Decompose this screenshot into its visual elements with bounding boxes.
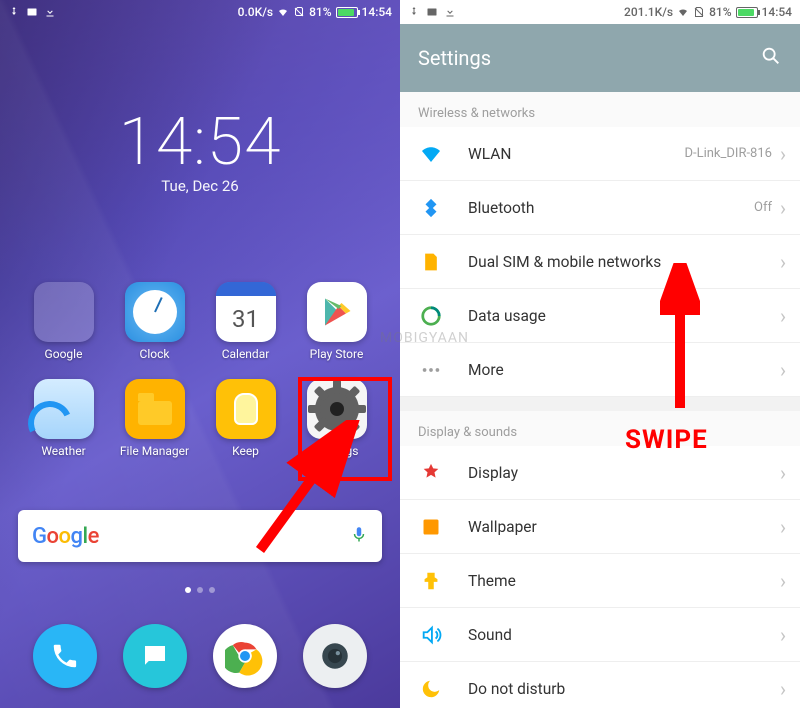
google-logo: Google <box>32 524 99 549</box>
app-label: Clock <box>140 347 170 361</box>
app-google-folder[interactable]: Google <box>18 282 109 361</box>
app-clock[interactable]: Clock <box>109 282 200 361</box>
net-speed: 201.1K/s <box>624 5 673 19</box>
status-time: 14:54 <box>362 5 392 19</box>
clock-time: 14:54 <box>0 104 400 181</box>
folder-files-icon <box>125 379 185 439</box>
app-play-store[interactable]: Play Store <box>291 282 382 361</box>
page-indicator <box>0 578 400 597</box>
app-phone[interactable] <box>33 624 97 688</box>
image-icon <box>426 6 438 18</box>
arrow-annotation <box>250 420 370 560</box>
image-icon <box>26 6 38 18</box>
swipe-label: SWIPE <box>625 425 708 455</box>
row-more[interactable]: More › <box>400 343 800 397</box>
row-theme[interactable]: Theme › <box>400 554 800 608</box>
status-time: 14:54 <box>762 5 792 19</box>
chevron-right-icon: › <box>780 461 786 485</box>
battery-pct: 81% <box>709 5 731 19</box>
app-messages[interactable] <box>123 624 187 688</box>
row-label: Do not disturb <box>468 680 565 698</box>
row-sound[interactable]: Sound › <box>400 608 800 662</box>
row-value: Off <box>754 200 772 215</box>
clock-icon <box>125 282 185 342</box>
chevron-right-icon: › <box>780 515 786 539</box>
chevron-right-icon: › <box>780 677 786 701</box>
usb-icon <box>408 6 420 18</box>
play-store-icon <box>307 282 367 342</box>
no-sim-icon <box>293 6 305 18</box>
display-icon <box>418 460 444 486</box>
calendar-icon: 31 <box>216 282 276 342</box>
arrow-swipe-annotation <box>660 263 700 413</box>
bluetooth-icon <box>418 195 444 221</box>
more-icon <box>418 357 444 383</box>
clock-widget[interactable]: 14:54 Tue, Dec 26 <box>0 104 400 195</box>
net-speed: 0.0K/s <box>238 5 273 19</box>
wallpaper-icon <box>418 514 444 540</box>
row-label: Theme <box>468 572 516 590</box>
app-file-manager[interactable]: File Manager <box>109 379 200 458</box>
appbar-title: Settings <box>418 46 491 70</box>
section-wireless-title: Wireless & networks <box>400 92 800 127</box>
clock-date: Tue, Dec 26 <box>0 177 400 195</box>
row-label: Dual SIM & mobile networks <box>468 253 661 271</box>
status-bar: 0.0K/s 81% 14:54 <box>0 0 400 24</box>
row-label: Sound <box>468 626 512 644</box>
app-bar: Settings <box>400 24 800 92</box>
battery-icon <box>736 7 758 18</box>
weather-icon <box>34 379 94 439</box>
dnd-icon <box>418 676 444 702</box>
app-label: Google <box>45 347 83 361</box>
app-chrome[interactable] <box>213 624 277 688</box>
wifi-icon <box>418 141 444 167</box>
row-label: Data usage <box>468 307 546 325</box>
no-sim-icon <box>693 6 705 18</box>
row-label: Bluetooth <box>468 199 534 217</box>
settings-screen: 201.1K/s 81% 14:54 Settings Wireless & n… <box>400 0 800 708</box>
row-label: Display <box>468 464 518 482</box>
chevron-right-icon: › <box>780 569 786 593</box>
wifi-icon <box>677 6 689 18</box>
sound-icon <box>418 622 444 648</box>
row-do-not-disturb[interactable]: Do not disturb › <box>400 662 800 708</box>
row-label: More <box>468 361 504 379</box>
wifi-icon <box>277 6 289 18</box>
data-usage-icon <box>418 303 444 329</box>
sim-icon <box>418 249 444 275</box>
chevron-right-icon: › <box>780 196 786 220</box>
app-label: Calendar <box>222 347 270 361</box>
row-wallpaper[interactable]: Wallpaper › <box>400 500 800 554</box>
download-icon <box>44 6 56 18</box>
row-label: WLAN <box>468 145 511 163</box>
status-bar: 201.1K/s 81% 14:54 <box>400 0 800 24</box>
theme-icon <box>418 568 444 594</box>
row-display[interactable]: Display › <box>400 446 800 500</box>
chevron-right-icon: › <box>780 304 786 328</box>
app-weather[interactable]: Weather <box>18 379 109 458</box>
home-screen: 0.0K/s 81% 14:54 14:54 Tue, Dec 26 Googl… <box>0 0 400 708</box>
app-label: File Manager <box>120 444 189 458</box>
chevron-right-icon: › <box>780 358 786 382</box>
chevron-right-icon: › <box>780 623 786 647</box>
chevron-right-icon: › <box>780 250 786 274</box>
app-label: Weather <box>41 444 85 458</box>
row-bluetooth[interactable]: Bluetooth Off › <box>400 181 800 235</box>
search-icon[interactable] <box>760 45 782 72</box>
row-label: Wallpaper <box>468 518 537 536</box>
battery-icon <box>336 7 358 18</box>
row-value: D-Link_DIR-816 <box>684 146 772 161</box>
app-calendar[interactable]: 31 Calendar <box>200 282 291 361</box>
download-icon <box>444 6 456 18</box>
row-dual-sim[interactable]: Dual SIM & mobile networks › <box>400 235 800 289</box>
battery-pct: 81% <box>309 5 331 19</box>
row-wlan[interactable]: WLAN D-Link_DIR-816 › <box>400 127 800 181</box>
section-display-title: Display & sounds <box>400 411 800 446</box>
app-label: Play Store <box>310 347 364 361</box>
folder-icon <box>34 282 94 342</box>
usb-icon <box>8 6 20 18</box>
chevron-right-icon: › <box>780 142 786 166</box>
app-camera[interactable] <box>303 624 367 688</box>
dock <box>0 624 400 688</box>
